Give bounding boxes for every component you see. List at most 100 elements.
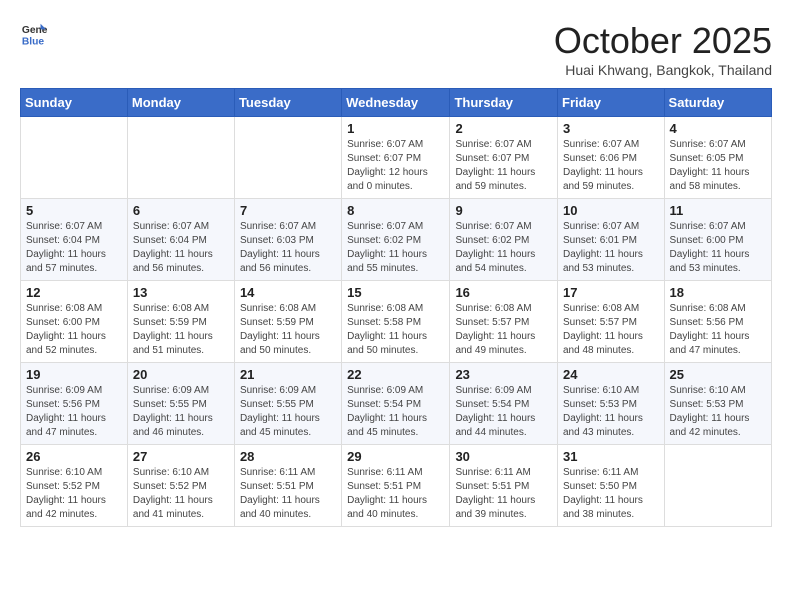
calendar-cell: 21Sunrise: 6:09 AMSunset: 5:55 PMDayligh… [234, 363, 341, 445]
day-number: 24 [563, 367, 659, 382]
day-number: 27 [133, 449, 229, 464]
day-info: Sunrise: 6:11 AMSunset: 5:50 PMDaylight:… [563, 466, 659, 522]
calendar-cell: 2 Sunrise: 6:07 AMSunset: 6:07 PMDaylight… [450, 117, 558, 199]
day-info: Sunrise: 6:07 AMSunset: 6:05 PMDaylight:… [670, 138, 766, 194]
weekday-header-saturday: Saturday [664, 89, 771, 117]
calendar-cell [234, 117, 341, 199]
calendar-cell: 26 Sunrise: 6:10 AMSunset: 5:52 PMDayligh… [21, 445, 128, 527]
day-number: 5 [26, 203, 122, 218]
calendar-cell: 9 Sunrise: 6:07 AMSunset: 6:02 PMDaylight… [450, 199, 558, 281]
day-info: Sunrise: 6:11 AMSunset: 5:51 PMDaylight:… [347, 466, 444, 522]
month-title: October 2025 [554, 20, 772, 62]
calendar-cell: 25 Sunrise: 6:10 AMSunset: 5:53 PMDayligh… [664, 363, 771, 445]
day-number: 22 [347, 367, 444, 382]
day-number: 20 [133, 367, 229, 382]
day-number: 2 [455, 121, 552, 136]
day-number: 11 [670, 203, 766, 218]
calendar-week-row: 5 Sunrise: 6:07 AMSunset: 6:04 PMDaylight… [21, 199, 772, 281]
day-info: Sunrise: 6:07 AMSunset: 6:04 PMDaylight:… [26, 220, 122, 276]
day-number: 30 [455, 449, 552, 464]
weekday-header-thursday: Thursday [450, 89, 558, 117]
svg-text:General: General [22, 25, 48, 36]
calendar-week-row: 12 Sunrise: 6:08 AMSunset: 6:00 PMDayligh… [21, 281, 772, 363]
day-info: Sunrise: 6:07 AMSunset: 6:06 PMDaylight:… [563, 138, 659, 194]
day-number: 1 [347, 121, 444, 136]
day-info: Sunrise: 6:11 AMSunset: 5:51 PMDaylight:… [240, 466, 336, 522]
location: Huai Khwang, Bangkok, Thailand [554, 62, 772, 78]
calendar-cell: 14 Sunrise: 6:08 AMSunset: 5:59 PMDayligh… [234, 281, 341, 363]
day-number: 23 [455, 367, 552, 382]
calendar-week-row: 19 Sunrise: 6:09 AMSunset: 5:56 PMDayligh… [21, 363, 772, 445]
calendar-cell: 10 Sunrise: 6:07 AMSunset: 6:01 PMDayligh… [558, 199, 665, 281]
day-info: Sunrise: 6:08 AMSunset: 5:56 PMDaylight:… [670, 302, 766, 358]
day-info: Sunrise: 6:07 AMSunset: 6:00 PMDaylight:… [670, 220, 766, 276]
day-info: Sunrise: 6:08 AMSunset: 6:00 PMDaylight:… [26, 302, 122, 358]
day-info: Sunrise: 6:09 AMSunset: 5:54 PMDaylight:… [347, 384, 444, 440]
page-header: General Blue October 2025 Huai Khwang, B… [20, 20, 772, 78]
calendar-cell: 22 Sunrise: 6:09 AMSunset: 5:54 PMDayligh… [342, 363, 450, 445]
title-block: October 2025 Huai Khwang, Bangkok, Thail… [554, 20, 772, 78]
day-info: Sunrise: 6:08 AMSunset: 5:59 PMDaylight:… [133, 302, 229, 358]
weekday-header-friday: Friday [558, 89, 665, 117]
day-number: 14 [240, 285, 336, 300]
calendar-cell: 8 Sunrise: 6:07 AMSunset: 6:02 PMDaylight… [342, 199, 450, 281]
calendar-cell: 3 Sunrise: 6:07 AMSunset: 6:06 PMDaylight… [558, 117, 665, 199]
day-number: 31 [563, 449, 659, 464]
day-info: Sunrise: 6:07 AMSunset: 6:02 PMDaylight:… [455, 220, 552, 276]
day-info: Sunrise: 6:07 AMSunset: 6:07 PMDaylight:… [347, 138, 444, 194]
day-number: 13 [133, 285, 229, 300]
day-number: 8 [347, 203, 444, 218]
day-info: Sunrise: 6:09 AMSunset: 5:55 PMDaylight:… [133, 384, 229, 440]
day-number: 3 [563, 121, 659, 136]
day-info: Sunrise: 6:07 AMSunset: 6:04 PMDaylight:… [133, 220, 229, 276]
logo: General Blue [20, 20, 48, 48]
calendar-cell: 31 Sunrise: 6:11 AMSunset: 5:50 PMDayligh… [558, 445, 665, 527]
day-info: Sunrise: 6:07 AMSunset: 6:01 PMDaylight:… [563, 220, 659, 276]
day-info: Sunrise: 6:08 AMSunset: 5:57 PMDaylight:… [563, 302, 659, 358]
day-info: Sunrise: 6:08 AMSunset: 5:58 PMDaylight:… [347, 302, 444, 358]
day-number: 28 [240, 449, 336, 464]
calendar-cell: 24 Sunrise: 6:10 AMSunset: 5:53 PMDayligh… [558, 363, 665, 445]
day-info: Sunrise: 6:10 AMSunset: 5:53 PMDaylight:… [563, 384, 659, 440]
calendar-cell: 17 Sunrise: 6:08 AMSunset: 5:57 PMDayligh… [558, 281, 665, 363]
day-info: Sunrise: 6:08 AMSunset: 5:57 PMDaylight:… [455, 302, 552, 358]
weekday-header-monday: Monday [127, 89, 234, 117]
calendar-cell: 29Sunrise: 6:11 AMSunset: 5:51 PMDayligh… [342, 445, 450, 527]
day-number: 18 [670, 285, 766, 300]
calendar-cell [664, 445, 771, 527]
day-number: 26 [26, 449, 122, 464]
day-number: 10 [563, 203, 659, 218]
day-info: Sunrise: 6:07 AMSunset: 6:07 PMDaylight:… [455, 138, 552, 194]
day-number: 17 [563, 285, 659, 300]
day-number: 25 [670, 367, 766, 382]
day-info: Sunrise: 6:09 AMSunset: 5:56 PMDaylight:… [26, 384, 122, 440]
day-info: Sunrise: 6:11 AMSunset: 5:51 PMDaylight:… [455, 466, 552, 522]
calendar-cell: 11 Sunrise: 6:07 AMSunset: 6:00 PMDayligh… [664, 199, 771, 281]
calendar-cell: 20 Sunrise: 6:09 AMSunset: 5:55 PMDayligh… [127, 363, 234, 445]
calendar-cell: 16 Sunrise: 6:08 AMSunset: 5:57 PMDayligh… [450, 281, 558, 363]
calendar-cell: 18 Sunrise: 6:08 AMSunset: 5:56 PMDayligh… [664, 281, 771, 363]
calendar-cell: 28 Sunrise: 6:11 AMSunset: 5:51 PMDayligh… [234, 445, 341, 527]
calendar-week-row: 1 Sunrise: 6:07 AMSunset: 6:07 PMDaylight… [21, 117, 772, 199]
day-info: Sunrise: 6:10 AMSunset: 5:53 PMDaylight:… [670, 384, 766, 440]
calendar-cell [127, 117, 234, 199]
calendar-cell: 6Sunrise: 6:07 AMSunset: 6:04 PMDaylight… [127, 199, 234, 281]
day-number: 7 [240, 203, 336, 218]
day-info: Sunrise: 6:10 AMSunset: 5:52 PMDaylight:… [26, 466, 122, 522]
svg-text:Blue: Blue [22, 36, 45, 47]
day-number: 12 [26, 285, 122, 300]
calendar-cell: 30 Sunrise: 6:11 AMSunset: 5:51 PMDayligh… [450, 445, 558, 527]
day-number: 16 [455, 285, 552, 300]
day-info: Sunrise: 6:07 AMSunset: 6:02 PMDaylight:… [347, 220, 444, 276]
calendar-cell: 1 Sunrise: 6:07 AMSunset: 6:07 PMDaylight… [342, 117, 450, 199]
day-number: 19 [26, 367, 122, 382]
weekday-header-tuesday: Tuesday [234, 89, 341, 117]
calendar-cell: 5 Sunrise: 6:07 AMSunset: 6:04 PMDaylight… [21, 199, 128, 281]
calendar-cell [21, 117, 128, 199]
calendar-cell: 27Sunrise: 6:10 AMSunset: 5:52 PMDayligh… [127, 445, 234, 527]
day-info: Sunrise: 6:08 AMSunset: 5:59 PMDaylight:… [240, 302, 336, 358]
calendar-cell: 23Sunrise: 6:09 AMSunset: 5:54 PMDayligh… [450, 363, 558, 445]
calendar-cell: 15Sunrise: 6:08 AMSunset: 5:58 PMDayligh… [342, 281, 450, 363]
logo-icon: General Blue [20, 20, 48, 48]
day-number: 9 [455, 203, 552, 218]
